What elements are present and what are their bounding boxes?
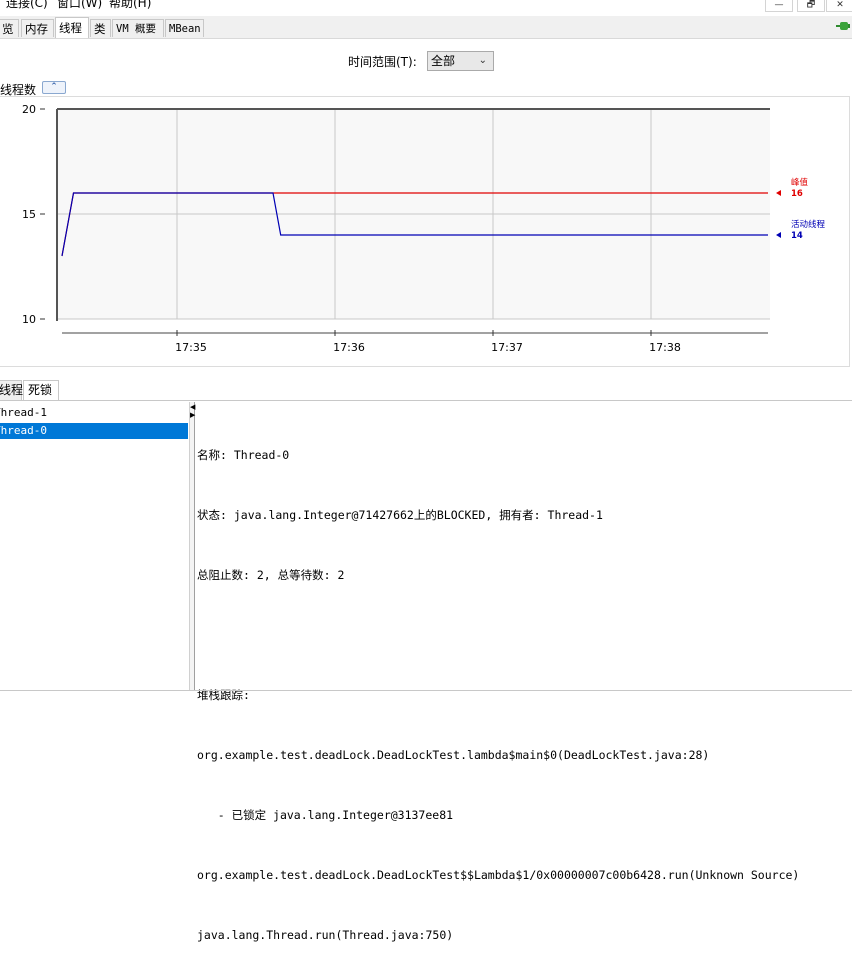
thread-list-item-selected[interactable]: Thread-0: [0, 423, 188, 439]
x-tick-label: 17:37: [491, 341, 523, 354]
thread-list-item[interactable]: Thread-1: [0, 405, 188, 421]
menu-help[interactable]: 帮助(H): [109, 0, 151, 11]
detail-stack-title: 堆栈跟踪:: [197, 688, 250, 702]
double-chevron-up-icon: ⌃: [50, 82, 58, 92]
menu-connection[interactable]: 连接(C): [6, 0, 48, 11]
stack-frame: org.example.test.deadLock.DeadLockTest.l…: [197, 748, 710, 762]
x-tick-label: 17:38: [649, 341, 681, 354]
connection-plug-icon[interactable]: [836, 21, 850, 31]
stack-lock-info: - 已锁定 java.lang.Integer@3137ee81: [197, 808, 454, 822]
bottom-divider: [0, 690, 852, 691]
tab-memory[interactable]: 内存: [21, 19, 54, 37]
thread-count-chart: 10 15 20 17:35 17:36 17:37 17:38 峰值16 活动线程14: [22, 103, 826, 354]
minimize-button[interactable]: —: [765, 0, 793, 12]
legend-series-value: 16: [791, 189, 803, 199]
y-tick-label: 15: [22, 208, 36, 221]
main-tab-bar: 览 内存 线程 类 VM 概要 MBean: [0, 16, 852, 39]
y-tick-label: 10: [22, 313, 36, 326]
thread-list: Thread-1 Thread-0: [0, 402, 188, 690]
thread-name: Thread-1: [0, 406, 47, 419]
tab-classes[interactable]: 类: [90, 19, 111, 37]
tab-deadlock[interactable]: 死锁: [23, 380, 59, 400]
detail-counts-line: 总阻止数: 2, 总等待数: 2: [197, 568, 345, 582]
split-pane-divider[interactable]: ◀ ▶: [189, 402, 195, 690]
collapse-chart-button[interactable]: ⌃: [42, 81, 66, 94]
legend-series-name: 峰值: [791, 177, 809, 188]
split-left-arrow-icon[interactable]: ◀: [190, 404, 195, 411]
menu-bar: 连接(C) 窗口(W) 帮助(H) — 🗗 ✕: [0, 0, 852, 12]
tab-thread-list[interactable]: 线程: [0, 380, 23, 400]
tab-vm-summary[interactable]: VM 概要: [112, 19, 164, 37]
legend-marker: [776, 190, 781, 196]
detail-blank-line: [197, 625, 847, 645]
split-right-arrow-icon[interactable]: ▶: [190, 412, 195, 419]
legend-series-value: 14: [791, 231, 803, 241]
stack-frame: java.lang.Thread.run(Thread.java:750): [197, 928, 454, 942]
x-tick-label: 17:36: [333, 341, 365, 354]
time-range-label: 时间范围(T):: [348, 55, 417, 69]
time-range-select[interactable]: 全部 ⌄: [427, 51, 494, 71]
legend-series-name: 活动线程: [791, 219, 826, 230]
menu-window[interactable]: 窗口(W): [57, 0, 102, 11]
stack-frame: org.example.test.deadLock.DeadLockTest$$…: [197, 868, 800, 882]
chevron-down-icon: ⌄: [478, 55, 487, 66]
detail-name-line: 名称: Thread-0: [197, 448, 290, 462]
thread-name: Thread-0: [0, 424, 47, 437]
lower-tab-bar: 线程 死锁: [0, 379, 852, 401]
close-button[interactable]: ✕: [826, 0, 852, 12]
legend-marker: [776, 232, 781, 238]
deadlock-detail: 名称: Thread-0 状态: java.lang.Integer@71427…: [197, 405, 847, 965]
time-range-value: 全部: [431, 54, 456, 68]
restore-button[interactable]: 🗗: [797, 0, 825, 12]
x-tick-label: 17:35: [175, 341, 207, 354]
tab-mbean[interactable]: MBean: [165, 19, 204, 37]
tab-threads[interactable]: 线程: [55, 17, 89, 38]
tab-overview[interactable]: 览: [0, 19, 19, 37]
y-tick-label: 20: [22, 103, 36, 116]
detail-state-line: 状态: java.lang.Integer@71427662上的BLOCKED,…: [197, 508, 603, 522]
